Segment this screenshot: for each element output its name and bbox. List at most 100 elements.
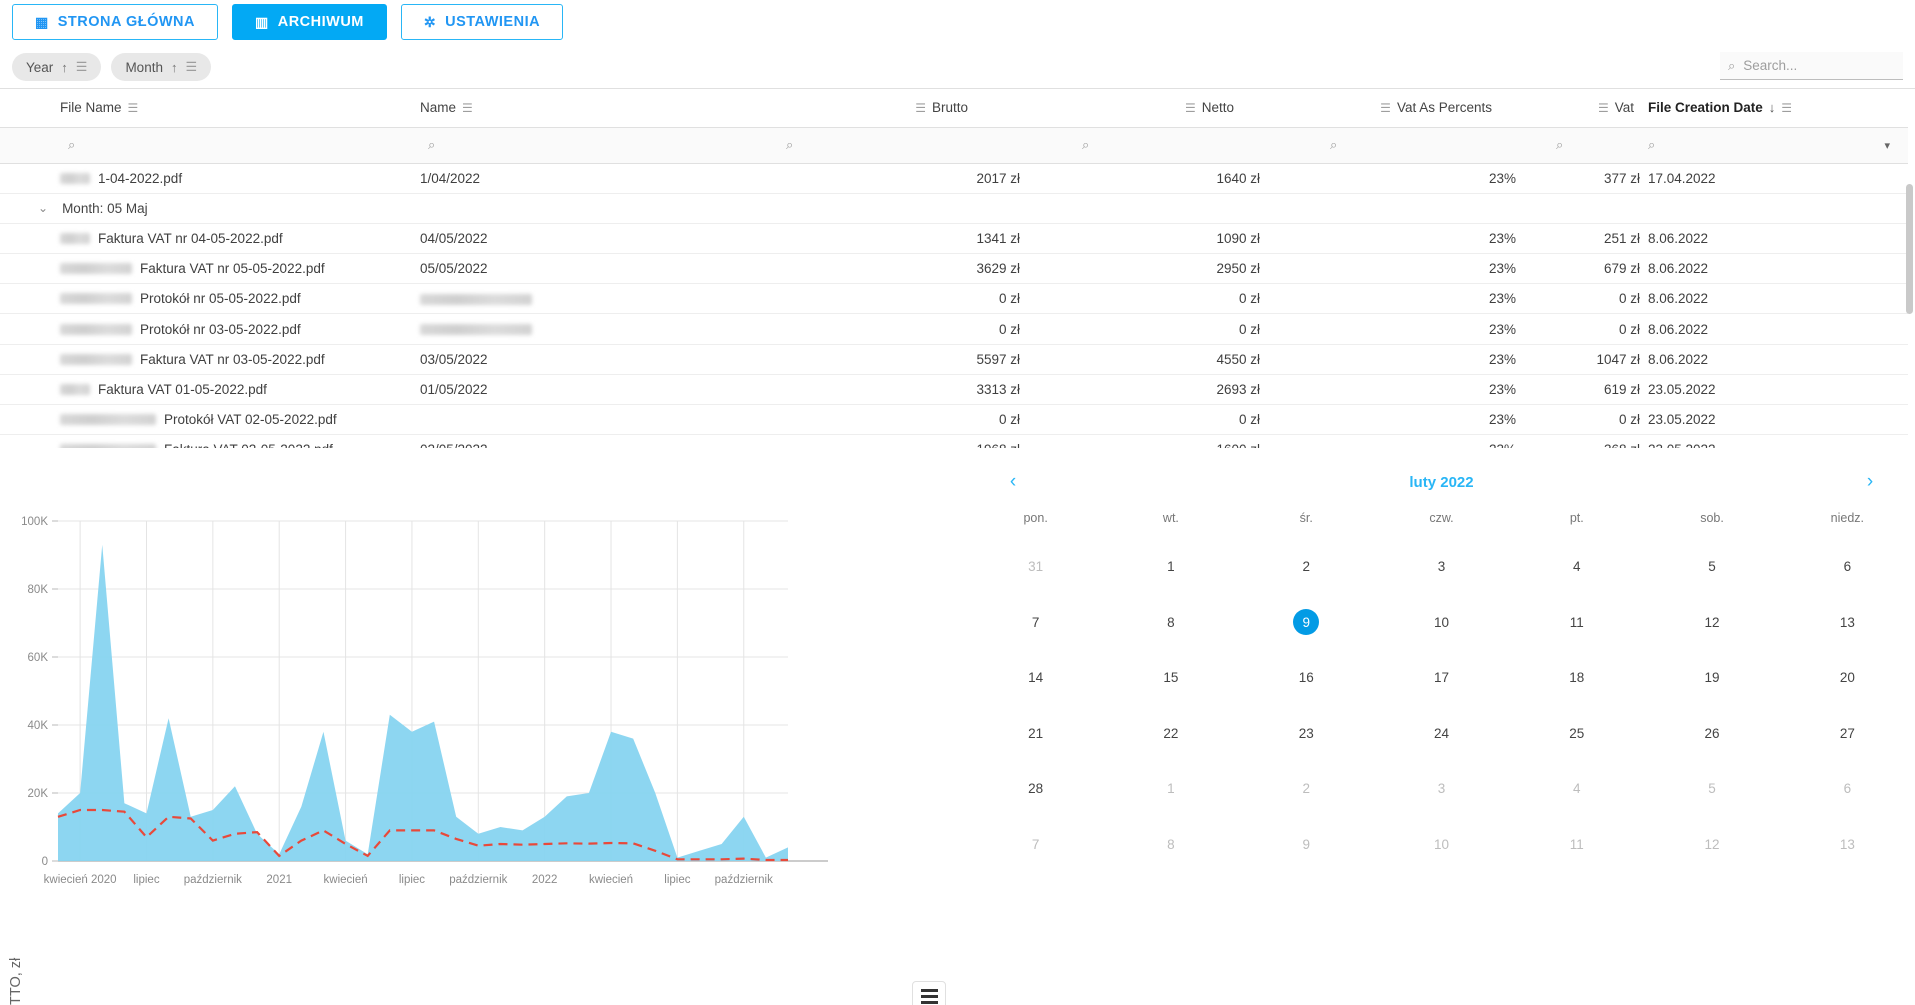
calendar-day-selected[interactable]: 9	[1239, 595, 1374, 651]
search-icon[interactable]: ⌕	[786, 137, 793, 153]
filter-icon[interactable]: ☰	[1781, 101, 1792, 115]
column-header-file-creation-date[interactable]: File Creation Date ↓ ☰	[1640, 89, 1908, 128]
table-row[interactable]: Protokół nr 03-05-2022.pdf 0 zł 0 zł 23% 0 z…	[0, 313, 1908, 345]
column-header-netto[interactable]: ☰ Netto	[1020, 89, 1260, 128]
calendar-title[interactable]: luty 2022	[1028, 474, 1855, 491]
calendar-day[interactable]: 26	[1644, 706, 1779, 762]
global-search[interactable]: ⌕	[1720, 52, 1903, 80]
calendar-day[interactable]: 28	[968, 761, 1103, 817]
table-row[interactable]: Faktura VAT 02-05-2022.pdf02/05/20221968…	[0, 434, 1908, 448]
calendar-day[interactable]: 15	[1103, 650, 1238, 706]
column-header-vat-as-percents[interactable]: ☰ Vat As Percents	[1260, 89, 1516, 128]
calendar-day[interactable]: 11	[1509, 595, 1644, 651]
calendar-day[interactable]: 13	[1780, 817, 1915, 873]
filter-icon[interactable]: ☰	[462, 101, 473, 115]
calendar-day[interactable]: 19	[1644, 650, 1779, 706]
table-vertical-scrollbar[interactable]	[1906, 184, 1913, 314]
chart-menu-button[interactable]	[912, 981, 946, 1005]
chevron-down-icon[interactable]: ⌄	[38, 201, 48, 215]
filter-icon[interactable]: ☰	[185, 59, 197, 75]
filter-cell-file-creation-date[interactable]: ⌕ ▾	[1640, 127, 1908, 164]
svg-text:kwiecień 2020: kwiecień 2020	[44, 874, 117, 886]
table-row[interactable]: Faktura VAT nr 04-05-2022.pdf 04/05/2022 1…	[0, 223, 1908, 255]
search-icon[interactable]: ⌕	[1330, 137, 1337, 153]
table-row[interactable]: Faktura VAT 01-05-2022.pdf 01/05/2022 3313…	[0, 374, 1908, 406]
calendar-next-button[interactable]: ›	[1855, 471, 1885, 493]
calendar-day[interactable]: 12	[1644, 595, 1779, 651]
calendar-day[interactable]: 14	[968, 650, 1103, 706]
calendar-day[interactable]: 6	[1780, 539, 1915, 595]
calendar-day[interactable]: 12	[1644, 817, 1779, 873]
calendar-day[interactable]: 3	[1374, 761, 1509, 817]
group-chip-month[interactable]: Month ↑ ☰	[111, 53, 212, 81]
sort-desc-icon[interactable]: ↓	[1769, 100, 1776, 115]
search-icon[interactable]: ⌕	[1556, 137, 1563, 153]
calendar-day[interactable]: 24	[1374, 706, 1509, 762]
search-icon[interactable]: ⌕	[1082, 137, 1089, 153]
calendar-day[interactable]: 4	[1509, 761, 1644, 817]
search-icon[interactable]: ⌕	[428, 137, 435, 153]
calendar-day[interactable]: 3	[1374, 539, 1509, 595]
calendar-day[interactable]: 2	[1239, 761, 1374, 817]
sort-asc-icon[interactable]: ↑	[171, 60, 178, 75]
group-row[interactable]: ⌄ Month: 05 Maj	[0, 193, 1908, 224]
table-row[interactable]: 1-04-2022.pdf 1/04/2022 2017 zł 1640 zł 23% 3…	[0, 163, 1908, 194]
calendar-day[interactable]: 31	[968, 539, 1103, 595]
nav-tab-strona-glowna[interactable]: ▦ STRONA GŁÓWNA	[12, 4, 218, 40]
table-row[interactable]: Protokół nr 05-05-2022.pdf 0 zł 0 zł 23% 0 z…	[0, 283, 1908, 315]
calendar-day[interactable]: 10	[1374, 595, 1509, 651]
calendar-day[interactable]: 7	[968, 595, 1103, 651]
filter-icon[interactable]: ☰	[128, 101, 139, 115]
column-chooser-icon[interactable]: ▾	[1884, 139, 1896, 152]
filter-icon[interactable]: ☰	[1380, 101, 1391, 115]
calendar-day[interactable]: 6	[1780, 761, 1915, 817]
filter-icon[interactable]: ☰	[915, 101, 926, 115]
table-row[interactable]: Protokół VAT 02-05-2022.pdf 0 zł 0 zł 23% 0 …	[0, 404, 1908, 436]
column-header-name[interactable]: Name ☰	[420, 89, 780, 128]
filter-cell-name[interactable]: ⌕	[420, 127, 780, 164]
table-row[interactable]: Faktura VAT nr 05-05-2022.pdf 05/05/2022 3…	[0, 253, 1908, 285]
search-input[interactable]	[1741, 57, 1895, 74]
calendar-day[interactable]: 27	[1780, 706, 1915, 762]
group-chip-year[interactable]: Year ↑ ☰	[12, 53, 102, 81]
column-header-file-name[interactable]: File Name ☰	[0, 89, 420, 128]
calendar-day[interactable]: 18	[1509, 650, 1644, 706]
calendar-prev-button[interactable]: ‹	[998, 471, 1028, 493]
calendar-day[interactable]: 1	[1103, 539, 1238, 595]
filter-cell-vat[interactable]: ⌕	[1516, 127, 1640, 164]
filter-cell-brutto[interactable]: ⌕	[780, 127, 1020, 164]
calendar-day[interactable]: 2	[1239, 539, 1374, 595]
column-header-brutto[interactable]: ☰ Brutto	[780, 89, 1020, 128]
calendar-day[interactable]: 22	[1103, 706, 1238, 762]
table-row[interactable]: Faktura VAT nr 03-05-2022.pdf 03/05/2022 5…	[0, 344, 1908, 375]
filter-icon[interactable]: ☰	[76, 59, 88, 75]
calendar-day[interactable]: 23	[1239, 706, 1374, 762]
calendar-day[interactable]: 5	[1644, 539, 1779, 595]
filter-icon[interactable]: ☰	[1598, 101, 1609, 115]
calendar-day[interactable]: 20	[1780, 650, 1915, 706]
calendar-day[interactable]: 11	[1509, 817, 1644, 873]
calendar-day[interactable]: 8	[1103, 817, 1238, 873]
filter-icon[interactable]: ☰	[1185, 101, 1196, 115]
calendar-day[interactable]: 13	[1780, 595, 1915, 651]
calendar-day[interactable]: 16	[1239, 650, 1374, 706]
nav-tab-ustawienia[interactable]: ✲ USTAWIENIA	[400, 4, 564, 40]
column-header-vat[interactable]: ☰ Vat	[1516, 89, 1640, 128]
calendar-day[interactable]: 4	[1509, 539, 1644, 595]
calendar-day[interactable]: 10	[1374, 817, 1509, 873]
calendar-day[interactable]: 5	[1644, 761, 1779, 817]
sort-asc-icon[interactable]: ↑	[61, 60, 68, 75]
calendar-day[interactable]: 7	[968, 817, 1103, 873]
search-icon[interactable]: ⌕	[68, 137, 75, 153]
calendar-day[interactable]: 21	[968, 706, 1103, 762]
filter-cell-netto[interactable]: ⌕	[1020, 127, 1260, 164]
calendar-day[interactable]: 1	[1103, 761, 1238, 817]
nav-tab-archiwum[interactable]: ▥ ARCHIWUM	[232, 4, 387, 40]
calendar-day[interactable]: 25	[1509, 706, 1644, 762]
calendar-day[interactable]: 17	[1374, 650, 1509, 706]
calendar-day[interactable]: 8	[1103, 595, 1238, 651]
search-icon[interactable]: ⌕	[1648, 137, 1655, 153]
calendar-day[interactable]: 9	[1239, 817, 1374, 873]
filter-cell-vat-as-percents[interactable]: ⌕	[1260, 127, 1516, 164]
filter-cell-file-name[interactable]: ⌕	[0, 127, 420, 164]
